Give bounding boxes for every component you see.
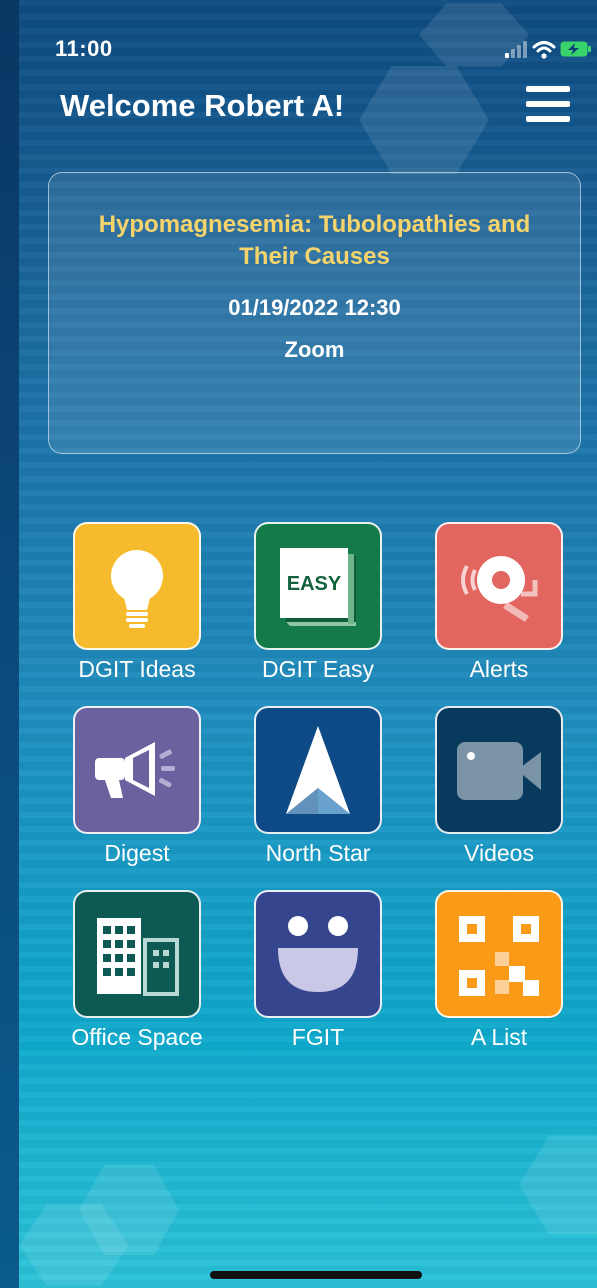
svg-text:EASY: EASY — [287, 573, 342, 595]
app-tile-alerts[interactable]: Alerts — [399, 522, 597, 683]
app-tile-digest[interactable]: Digest — [37, 706, 237, 867]
alarm-bell-icon — [435, 522, 563, 650]
home-screen: 11:00 Welcome Robert A! Hypomagnesemia: … — [19, 0, 597, 1288]
north-star-icon — [254, 706, 382, 834]
app-tile-dgit-ideas[interactable]: DGIT Ideas — [37, 522, 237, 683]
app-label: Digest — [104, 840, 170, 866]
home-indicator[interactable] — [210, 1271, 422, 1279]
app-tile-a-list[interactable]: A List — [399, 890, 597, 1051]
app-grid: DGIT Ideas EASY DGIT Easy Alerts Digest … — [19, 0, 597, 1288]
app-tile-north-star[interactable]: North Star — [218, 706, 418, 867]
app-label: FGIT — [291, 1024, 345, 1050]
qr-code-icon — [435, 890, 563, 1018]
app-label: A List — [470, 1024, 528, 1050]
app-label: North Star — [265, 840, 371, 866]
app-tile-dgit-easy[interactable]: EASY DGIT Easy — [218, 522, 418, 683]
app-label: Videos — [464, 840, 534, 866]
app-tile-office-space[interactable]: Office Space — [37, 890, 237, 1051]
device-edge — [0, 0, 19, 1288]
easy-book-icon: EASY — [254, 522, 382, 650]
lightbulb-icon — [73, 522, 201, 650]
app-tile-fgit[interactable]: FGIT — [218, 890, 418, 1051]
smiley-face-icon — [254, 890, 382, 1018]
buildings-icon — [73, 890, 201, 1018]
app-label: Alerts — [469, 656, 529, 682]
app-tile-videos[interactable]: Videos — [399, 706, 597, 867]
app-label: DGIT Ideas — [78, 656, 196, 682]
app-label: Office Space — [71, 1024, 203, 1050]
megaphone-icon — [73, 706, 201, 834]
app-label: DGIT Easy — [261, 656, 375, 682]
video-camera-icon — [435, 706, 563, 834]
